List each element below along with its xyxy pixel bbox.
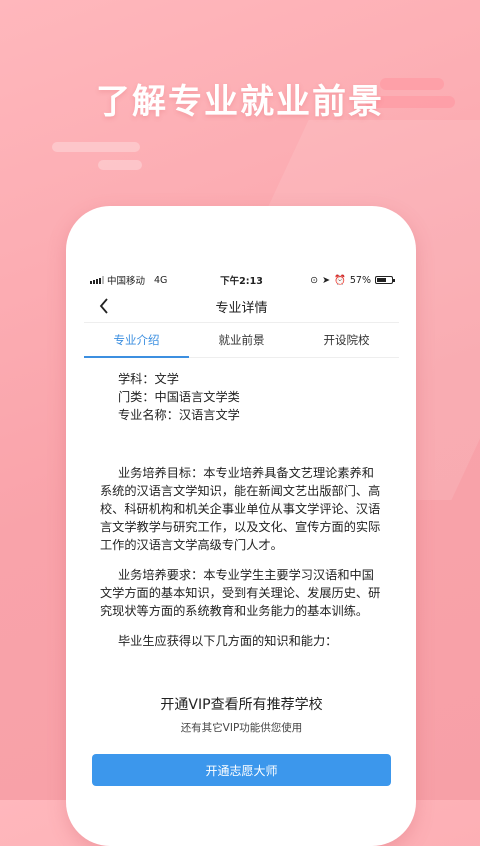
tab-employment-prospects[interactable]: 就业前景: [189, 323, 294, 357]
vip-title: 开通VIP查看所有推荐学校: [160, 697, 323, 713]
category-line: 门类：中国语言文学类: [118, 390, 240, 404]
phone-screen: 中国移动 4G 下午2:13 ⊙ ➤ ⏰ 57% 专业详情 专业介绍 就业前景 …: [84, 270, 399, 800]
location-icon: ➤: [322, 274, 331, 286]
promo-headline: 了解专业就业前景: [96, 82, 384, 122]
graduate-ability-paragraph: 毕业生应获得以下几方面的知识和能力：: [118, 634, 338, 648]
decor-bar: [98, 160, 142, 170]
network-label: 4G: [154, 274, 168, 286]
vip-upsell-sheet: 开通VIP查看所有推荐学校 还有其它VIP功能供您使用 开通志愿大师: [84, 670, 399, 800]
battery-percent: 57%: [349, 274, 371, 286]
major-name-line: 专业名称：汉语言文学: [118, 408, 240, 422]
chevron-left-icon: [99, 298, 108, 314]
orientation-lock-icon: ⊙: [310, 274, 319, 286]
back-button[interactable]: [92, 294, 116, 318]
status-time: 下午2:13: [220, 276, 263, 287]
major-info: 学科：文学 门类：中国语言文学类 专业名称：汉语言文学: [100, 370, 383, 424]
signal-icon: [90, 276, 104, 284]
status-bar: 中国移动 4G 下午2:13 ⊙ ➤ ⏰ 57%: [84, 270, 399, 290]
page-title: 专业详情: [215, 300, 268, 316]
nav-bar: 专业详情: [84, 290, 399, 323]
major-detail-content: 学科：文学 门类：中国语言文学类 专业名称：汉语言文学 业务培养目标：本专业培养…: [84, 358, 399, 650]
decor-bar: [52, 142, 140, 152]
tab-major-intro[interactable]: 专业介绍: [84, 323, 189, 358]
tab-bar: 专业介绍 就业前景 开设院校: [84, 323, 399, 358]
vip-subtitle: 还有其它VIP功能供您使用: [180, 722, 303, 734]
training-requirement-paragraph: 业务培养要求：本专业学生主要学习汉语和中国文学方面的基本知识，受到有关理论、发展…: [100, 568, 381, 618]
training-goal-paragraph: 业务培养目标：本专业培养具备文艺理论素养和系统的汉语言文学知识，能在新闻文艺出版…: [100, 466, 381, 552]
carrier-label: 中国移动: [107, 276, 146, 287]
open-vip-button[interactable]: 开通志愿大师: [92, 754, 391, 786]
alarm-icon: ⏰: [334, 274, 346, 286]
subject-line: 学科：文学: [118, 372, 179, 386]
tab-offering-schools[interactable]: 开设院校: [294, 323, 399, 357]
battery-icon: [375, 276, 395, 284]
